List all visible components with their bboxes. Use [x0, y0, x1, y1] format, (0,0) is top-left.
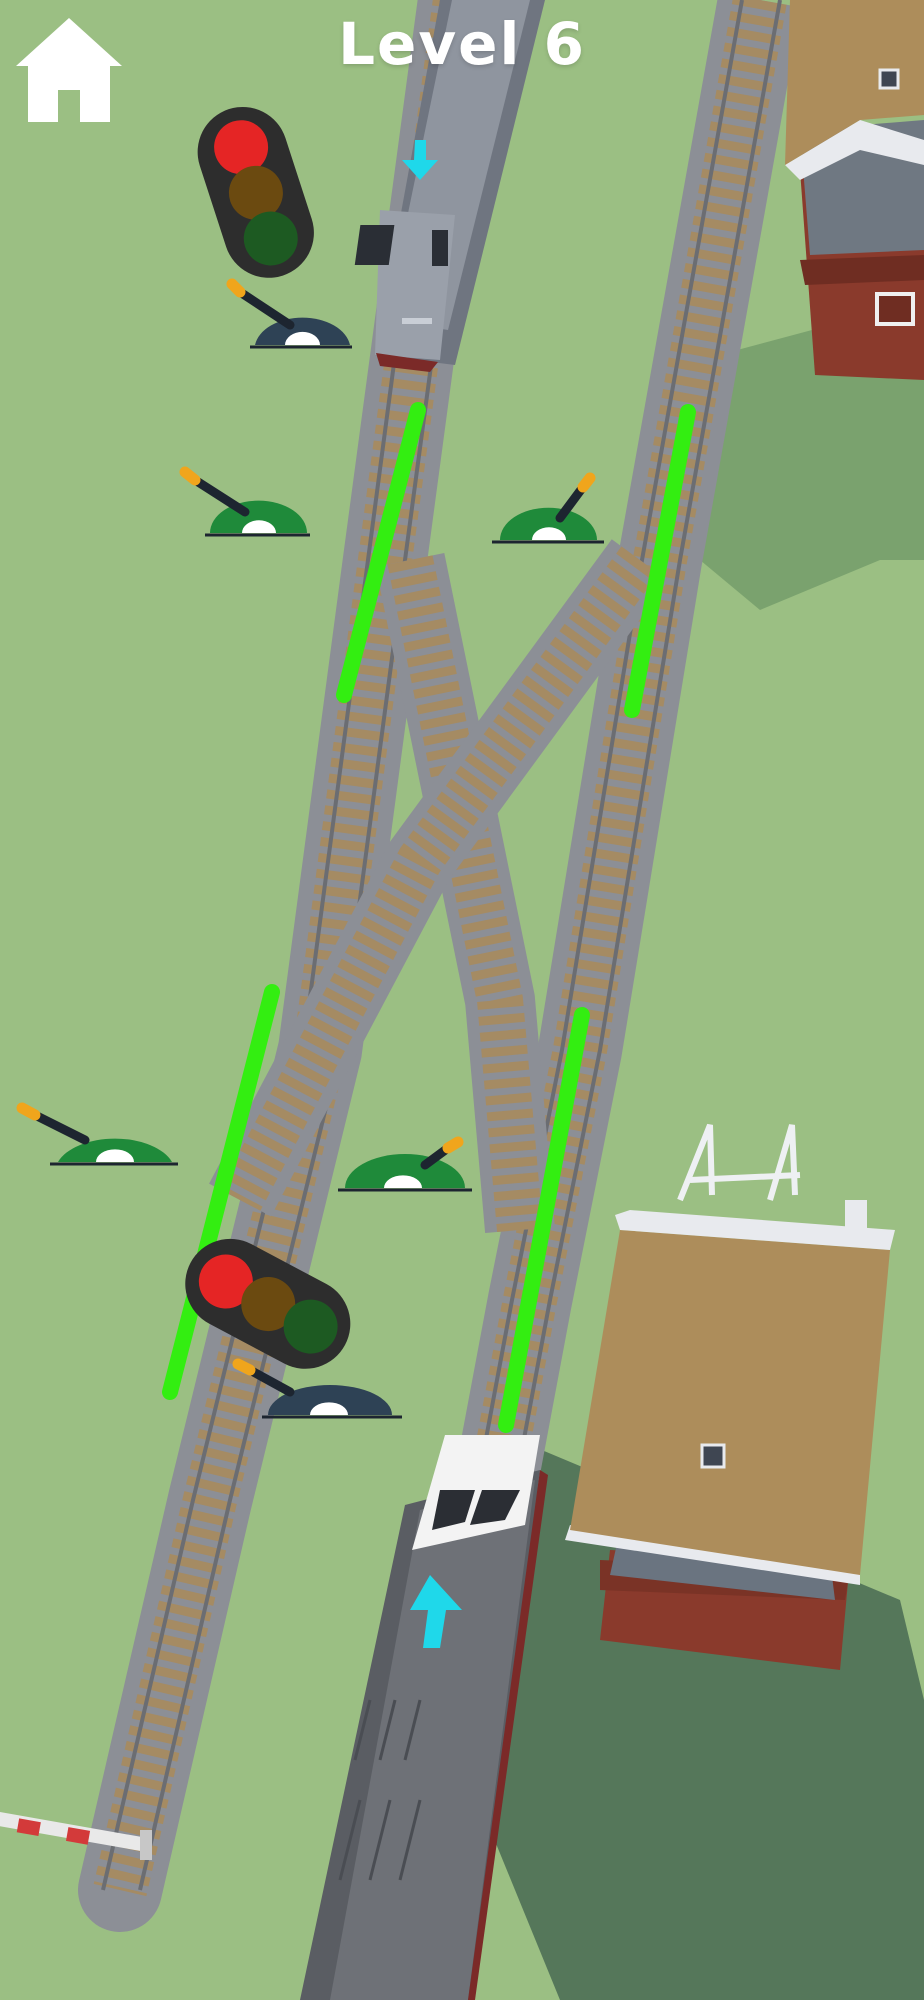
- home-icon: [16, 18, 122, 122]
- home-button[interactable]: [14, 14, 124, 124]
- game-scene: [0, 0, 924, 2000]
